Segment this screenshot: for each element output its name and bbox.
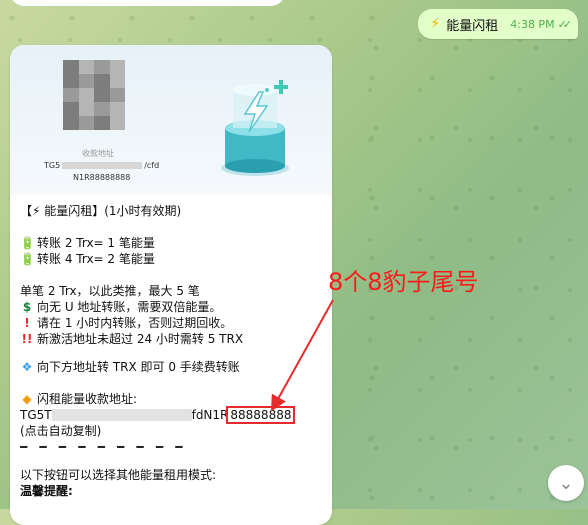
dollar-icon: $	[22, 300, 32, 314]
double-check-icon: ✓✓	[557, 17, 573, 31]
banner-address-number: N1R88888888	[73, 173, 131, 182]
exclamation-icon: !	[24, 316, 30, 330]
annotation-label: 8个8豹子尾号	[328, 268, 479, 296]
divider: ━ ━ ━ ━ ━ ━ ━ ━ ━	[20, 440, 187, 454]
sent-message-text: 能量闪租	[446, 18, 499, 34]
message-header: 【⚡ 能量闪租】(1小时有效期)	[20, 204, 182, 218]
receive-address[interactable]: TG5T fdN1R 88888888	[20, 406, 322, 424]
receive-address-title: ◆ 闪租能量收款地址:	[20, 391, 322, 407]
previous-message-edge	[10, 0, 285, 6]
banner-address: TG5/cfd	[44, 161, 160, 170]
banner-address-label: 收款地址	[82, 149, 114, 158]
tips-title: 温馨提醒:	[20, 484, 73, 498]
message-banner-image: 收款地址 TG5/cfd N1R88888888	[10, 45, 332, 195]
sent-message-bubble[interactable]: ⚡ 能量闪租 4:38 PM ✓✓	[418, 9, 578, 39]
lightning-icon: ⚡	[430, 16, 441, 32]
info-line-3: ! 请在 1 小时内转账，否则过期回收。	[20, 315, 322, 331]
double-exclamation-icon: !!	[21, 332, 33, 346]
bot-message-card: 收款地址 TG5/cfd N1R88888888 【⚡ 能量闪租】(1小时有效期…	[10, 45, 332, 525]
rate-line-1: 🔋 转账 2 Trx= 1 笔能量	[20, 236, 155, 250]
chevron-down-icon: ⌄	[558, 472, 574, 494]
transfer-note: ❖ 向下方地址转 TRX 即可 0 手续费转账	[21, 360, 240, 374]
copy-hint: (点击自动复制)	[20, 424, 102, 438]
info-line-2: $ 向无 U 地址转账，需要双倍能量。	[20, 299, 322, 315]
rate-line-2: 🔋 转账 4 Trx= 2 笔能量	[20, 252, 155, 266]
orange-diamond-icon: ◆	[22, 392, 32, 406]
battery-emoji-icon: 🔋	[20, 236, 35, 250]
more-modes-text: 以下按钮可以选择其他能量租用模式:	[20, 468, 217, 482]
info-line-1: 单笔 2 Trx，以此类推，最大 5 笔	[20, 284, 200, 298]
info-line-4: !! 新激活地址未超过 24 小时需转 5 TRX	[21, 332, 244, 346]
message-body: 【⚡ 能量闪租】(1小时有效期) 🔋 转账 2 Trx= 1 笔能量 🔋 转账 4 …	[10, 195, 332, 499]
message-time: 4:38 PM	[510, 17, 555, 31]
battery-emoji-icon: 🔋	[20, 252, 35, 266]
scroll-down-button[interactable]: ⌄	[548, 465, 584, 501]
energy-battery-icon	[221, 80, 289, 176]
address-highlight-box: 88888888	[226, 406, 296, 424]
qr-code	[63, 60, 125, 130]
diamond-icon: ❖	[21, 360, 33, 374]
